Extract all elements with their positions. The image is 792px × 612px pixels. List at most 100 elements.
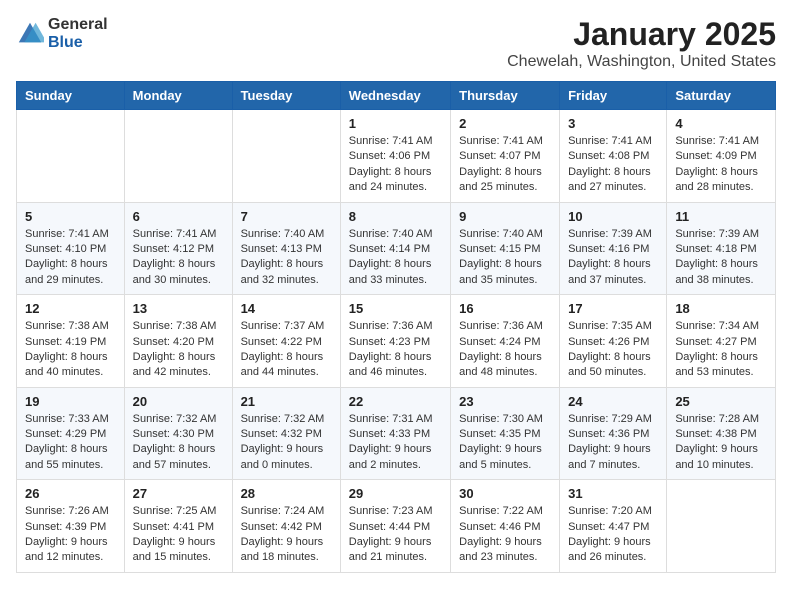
day-number: 13 xyxy=(133,301,224,316)
calendar-cell: 21Sunrise: 7:32 AM Sunset: 4:32 PM Dayli… xyxy=(232,387,340,480)
day-number: 29 xyxy=(349,486,442,501)
calendar-cell xyxy=(17,110,125,203)
calendar-cell: 8Sunrise: 7:40 AM Sunset: 4:14 PM Daylig… xyxy=(340,202,450,295)
day-info: Sunrise: 7:40 AM Sunset: 4:14 PM Dayligh… xyxy=(349,227,442,289)
day-number: 23 xyxy=(459,394,551,409)
weekday-header-monday: Monday xyxy=(124,82,232,110)
calendar-week-row: 5 Sunrise: 7:41 AM Sunset: 4:10 PM Daylig… xyxy=(17,202,776,295)
day-info: Sunrise: 7:22 AM Sunset: 4:46 PM Dayligh… xyxy=(459,504,551,566)
calendar-cell: 26Sunrise: 7:26 AM Sunset: 4:39 PM Dayli… xyxy=(17,480,125,573)
calendar-cell: 28 Sunrise: 7:24 AM Sunset: 4:42 PM Dayli… xyxy=(232,480,340,573)
calendar-table: SundayMondayTuesdayWednesdayThursdayFrid… xyxy=(16,81,776,573)
day-info: Sunrise: 7:29 AM Sunset: 4:36 PM Dayligh… xyxy=(568,412,658,474)
calendar-cell: 5 Sunrise: 7:41 AM Sunset: 4:10 PM Daylig… xyxy=(17,202,125,295)
day-info: Sunrise: 7:25 AM Sunset: 4:41 PM Dayligh… xyxy=(133,504,224,566)
title-area: January 2025 Chewelah, Washington, Unite… xyxy=(507,16,776,71)
day-number: 18 xyxy=(675,301,767,316)
calendar-cell: 31 Sunrise: 7:20 AM Sunset: 4:47 PM Dayli… xyxy=(560,480,667,573)
day-info: Sunrise: 7:41 AM Sunset: 4:12 PM Dayligh… xyxy=(133,227,224,289)
calendar-cell: 23Sunrise: 7:30 AM Sunset: 4:35 PM Dayli… xyxy=(451,387,560,480)
calendar-cell: 27Sunrise: 7:25 AM Sunset: 4:41 PM Dayli… xyxy=(124,480,232,573)
day-number: 30 xyxy=(459,486,551,501)
day-number: 28 xyxy=(241,486,332,501)
calendar-cell: 29 Sunrise: 7:23 AM Sunset: 4:44 PM Dayli… xyxy=(340,480,450,573)
day-number: 20 xyxy=(133,394,224,409)
weekday-header-wednesday: Wednesday xyxy=(340,82,450,110)
calendar-cell: 2Sunrise: 7:41 AM Sunset: 4:07 PM Daylig… xyxy=(451,110,560,203)
calendar-cell: 19 Sunrise: 7:33 AM Sunset: 4:29 PM Dayli… xyxy=(17,387,125,480)
day-number: 10 xyxy=(568,209,658,224)
calendar-cell: 4Sunrise: 7:41 AM Sunset: 4:09 PM Daylig… xyxy=(667,110,776,203)
logo-general-text: General xyxy=(48,16,108,34)
day-info: Sunrise: 7:23 AM Sunset: 4:44 PM Dayligh… xyxy=(349,504,442,566)
day-number: 17 xyxy=(568,301,658,316)
calendar-cell: 3Sunrise: 7:41 AM Sunset: 4:08 PM Daylig… xyxy=(560,110,667,203)
calendar-cell xyxy=(232,110,340,203)
day-number: 9 xyxy=(459,209,551,224)
day-number: 19 xyxy=(25,394,116,409)
day-info: Sunrise: 7:35 AM Sunset: 4:26 PM Dayligh… xyxy=(568,319,658,381)
day-info: Sunrise: 7:31 AM Sunset: 4:33 PM Dayligh… xyxy=(349,412,442,474)
page-header: General Blue January 2025 Chewelah, Wash… xyxy=(16,16,776,71)
day-number: 7 xyxy=(241,209,332,224)
day-number: 5 xyxy=(25,209,116,224)
day-info: Sunrise: 7:39 AM Sunset: 4:18 PM Dayligh… xyxy=(675,227,767,289)
day-info: Sunrise: 7:24 AM Sunset: 4:42 PM Dayligh… xyxy=(241,504,332,566)
calendar-cell xyxy=(667,480,776,573)
weekday-header-sunday: Sunday xyxy=(17,82,125,110)
calendar-cell: 24 Sunrise: 7:29 AM Sunset: 4:36 PM Dayli… xyxy=(560,387,667,480)
day-number: 21 xyxy=(241,394,332,409)
day-number: 3 xyxy=(568,116,658,131)
logo: General Blue xyxy=(16,16,108,51)
calendar-cell: 14Sunrise: 7:37 AM Sunset: 4:22 PM Dayli… xyxy=(232,295,340,388)
calendar-cell: 12 Sunrise: 7:38 AM Sunset: 4:19 PM Dayli… xyxy=(17,295,125,388)
day-info: Sunrise: 7:20 AM Sunset: 4:47 PM Dayligh… xyxy=(568,504,658,566)
month-title: January 2025 xyxy=(507,16,776,53)
day-info: Sunrise: 7:39 AM Sunset: 4:16 PM Dayligh… xyxy=(568,227,658,289)
day-number: 1 xyxy=(349,116,442,131)
day-info: Sunrise: 7:37 AM Sunset: 4:22 PM Dayligh… xyxy=(241,319,332,381)
day-number: 4 xyxy=(675,116,767,131)
day-number: 25 xyxy=(675,394,767,409)
calendar-week-row: 1 Sunrise: 7:41 AM Sunset: 4:06 PM Daylig… xyxy=(17,110,776,203)
calendar-week-row: 19 Sunrise: 7:33 AM Sunset: 4:29 PM Dayli… xyxy=(17,387,776,480)
calendar-cell: 16 Sunrise: 7:36 AM Sunset: 4:24 PM Dayli… xyxy=(451,295,560,388)
calendar-cell: 9Sunrise: 7:40 AM Sunset: 4:15 PM Daylig… xyxy=(451,202,560,295)
day-info: Sunrise: 7:40 AM Sunset: 4:13 PM Dayligh… xyxy=(241,227,332,289)
day-number: 11 xyxy=(675,209,767,224)
logo-icon xyxy=(16,20,44,48)
weekday-header-thursday: Thursday xyxy=(451,82,560,110)
day-info: Sunrise: 7:36 AM Sunset: 4:23 PM Dayligh… xyxy=(349,319,442,381)
calendar-cell xyxy=(124,110,232,203)
calendar-cell: 17 Sunrise: 7:35 AM Sunset: 4:26 PM Dayli… xyxy=(560,295,667,388)
day-number: 12 xyxy=(25,301,116,316)
day-number: 31 xyxy=(568,486,658,501)
day-info: Sunrise: 7:38 AM Sunset: 4:20 PM Dayligh… xyxy=(133,319,224,381)
day-info: Sunrise: 7:26 AM Sunset: 4:39 PM Dayligh… xyxy=(25,504,116,566)
logo-blue-text: Blue xyxy=(48,34,108,52)
day-info: Sunrise: 7:33 AM Sunset: 4:29 PM Dayligh… xyxy=(25,412,116,474)
calendar-cell: 11 Sunrise: 7:39 AM Sunset: 4:18 PM Dayli… xyxy=(667,202,776,295)
calendar-week-row: 26Sunrise: 7:26 AM Sunset: 4:39 PM Dayli… xyxy=(17,480,776,573)
day-info: Sunrise: 7:38 AM Sunset: 4:19 PM Dayligh… xyxy=(25,319,116,381)
calendar-cell: 10 Sunrise: 7:39 AM Sunset: 4:16 PM Dayli… xyxy=(560,202,667,295)
weekday-header-row: SundayMondayTuesdayWednesdayThursdayFrid… xyxy=(17,82,776,110)
day-info: Sunrise: 7:36 AM Sunset: 4:24 PM Dayligh… xyxy=(459,319,551,381)
calendar-cell: 15 Sunrise: 7:36 AM Sunset: 4:23 PM Dayli… xyxy=(340,295,450,388)
calendar-cell: 6 Sunrise: 7:41 AM Sunset: 4:12 PM Daylig… xyxy=(124,202,232,295)
day-number: 6 xyxy=(133,209,224,224)
calendar-cell: 7 Sunrise: 7:40 AM Sunset: 4:13 PM Daylig… xyxy=(232,202,340,295)
day-number: 24 xyxy=(568,394,658,409)
day-info: Sunrise: 7:41 AM Sunset: 4:10 PM Dayligh… xyxy=(25,227,116,289)
day-number: 15 xyxy=(349,301,442,316)
day-number: 2 xyxy=(459,116,551,131)
calendar-cell: 18 Sunrise: 7:34 AM Sunset: 4:27 PM Dayli… xyxy=(667,295,776,388)
day-info: Sunrise: 7:28 AM Sunset: 4:38 PM Dayligh… xyxy=(675,412,767,474)
day-info: Sunrise: 7:34 AM Sunset: 4:27 PM Dayligh… xyxy=(675,319,767,381)
day-number: 16 xyxy=(459,301,551,316)
calendar-cell: 30 Sunrise: 7:22 AM Sunset: 4:46 PM Dayli… xyxy=(451,480,560,573)
day-info: Sunrise: 7:32 AM Sunset: 4:30 PM Dayligh… xyxy=(133,412,224,474)
day-number: 22 xyxy=(349,394,442,409)
day-info: Sunrise: 7:41 AM Sunset: 4:06 PM Dayligh… xyxy=(349,134,442,196)
calendar-cell: 1 Sunrise: 7:41 AM Sunset: 4:06 PM Daylig… xyxy=(340,110,450,203)
